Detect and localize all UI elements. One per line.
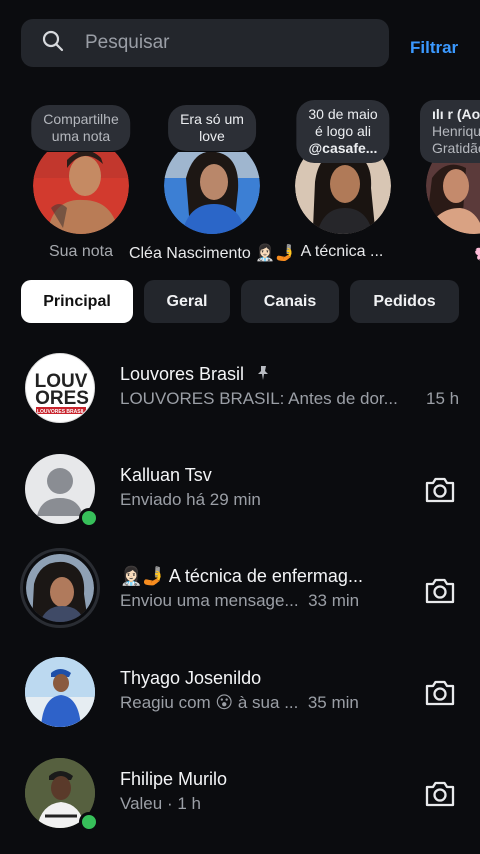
conversation-name: Louvores Brasil (120, 364, 271, 385)
note-name: Cléa Nascimento 👩🏻‍⚕️🤳 (128, 245, 296, 262)
conversation-preview: LOUVORES BRASIL: Antes de dor... (120, 389, 398, 408)
avatar[interactable] (426, 152, 480, 234)
camera-icon[interactable] (423, 777, 457, 811)
tab-canais[interactable]: Canais (241, 280, 339, 323)
filter-button[interactable]: Filtrar (410, 38, 458, 58)
avatar[interactable] (33, 152, 129, 234)
note-bubble[interactable]: Era só um love (168, 105, 256, 151)
conversation-row[interactable]: Fhilipe Murilo Valeu · 1 h (0, 749, 480, 839)
search-bar[interactable]: Pesquisar (21, 19, 389, 67)
conversation-name: Fhilipe Murilo (120, 769, 228, 789)
avatar (20, 548, 100, 628)
conversation-time: 35 min (307, 693, 359, 712)
logo-text-bottom: LOUVORES BRASIL (37, 409, 85, 415)
camera-icon[interactable] (423, 473, 457, 507)
conversation-row[interactable]: Thyago Josenildo Reagiu com 😮 à sua ... … (0, 648, 480, 738)
conversation-name: Thyago Josenildo (120, 668, 262, 688)
avatar (25, 657, 95, 727)
notes-row: Compartilhe uma nota Sua nota Era só um … (0, 100, 480, 270)
search-input[interactable]: Pesquisar (85, 32, 170, 54)
conversation-name: 👩🏻‍⚕️🤳 A técnica de enfermag... (120, 566, 363, 586)
tab-geral[interactable]: Geral (144, 280, 230, 323)
online-indicator (79, 812, 99, 832)
conversation-name: Kalluan Tsv (120, 465, 212, 485)
online-indicator (79, 508, 99, 528)
note-name: A técnica ... (300, 243, 384, 260)
logo-text-mid: ORES (35, 388, 89, 409)
inbox-tabs: Principal Geral Canais Pedidos (21, 280, 459, 323)
note-name: Sua nota (48, 243, 114, 260)
pin-icon (255, 365, 271, 381)
note-bubble[interactable]: 30 de maio é logo ali @casafe... (296, 100, 390, 163)
conversation-row[interactable]: 👩🏻‍⚕️🤳 A técnica de enfermag... Enviou u… (0, 546, 480, 636)
note-bubble[interactable]: ılı r (Ao Henrique Gratidão (420, 100, 480, 163)
conversation-time: 33 min (308, 591, 360, 610)
note-bubble[interactable]: Compartilhe uma nota (31, 105, 131, 151)
conversation-preview: Enviou uma mensage... 33 min (120, 591, 360, 610)
camera-icon[interactable] (423, 574, 457, 608)
conversation-time: 15 h (426, 389, 460, 408)
conversation-preview: Enviado há 29 min (120, 490, 261, 509)
tab-principal[interactable]: Principal (21, 280, 133, 323)
avatar[interactable] (295, 152, 391, 234)
tab-pedidos[interactable]: Pedidos (350, 280, 459, 323)
camera-icon[interactable] (423, 676, 457, 710)
avatar: LOUV ORES LOUVORES BRASIL (25, 353, 95, 423)
note-name: 🌸 (474, 243, 480, 263)
conversation-row[interactable]: LOUV ORES LOUVORES BRASIL Louvores Brasi… (0, 344, 480, 434)
conversation-row[interactable]: Kalluan Tsv Enviado há 29 min (0, 445, 480, 535)
conversation-preview: Valeu · 1 h (120, 794, 201, 813)
avatar[interactable] (164, 152, 260, 234)
conversation-preview: Reagiu com 😮 à sua ... 35 min (120, 693, 359, 712)
search-icon (41, 29, 65, 58)
